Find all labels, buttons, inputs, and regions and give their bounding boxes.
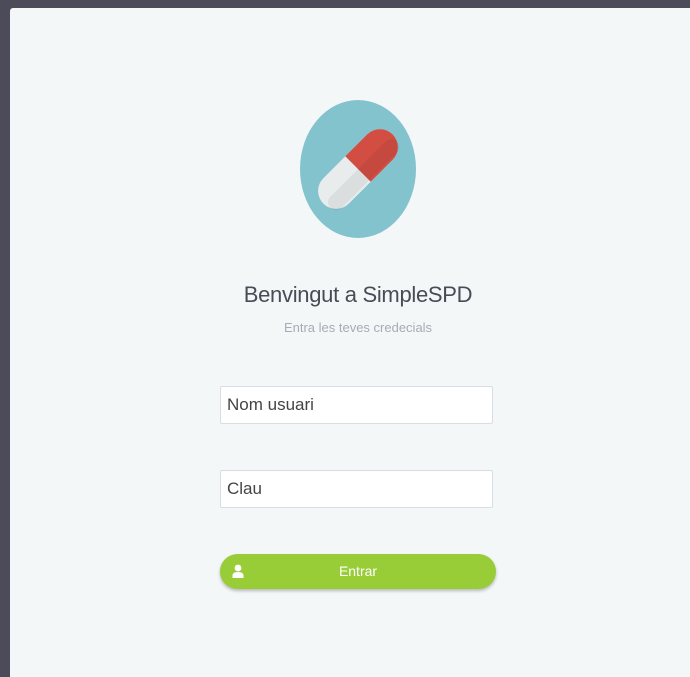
page-subtitle: Entra les teves credecials	[283, 320, 433, 335]
page-title: Benvingut a SimpleSPD	[243, 282, 473, 307]
login-panel: Benvingut a SimpleSPD Entra les teves cr…	[10, 8, 690, 677]
pill-logo-icon	[300, 100, 416, 238]
login-button[interactable]: Entrar	[220, 554, 496, 589]
login-button-label: Entrar	[338, 563, 378, 579]
username-field[interactable]	[220, 386, 493, 424]
password-field[interactable]	[220, 470, 493, 508]
